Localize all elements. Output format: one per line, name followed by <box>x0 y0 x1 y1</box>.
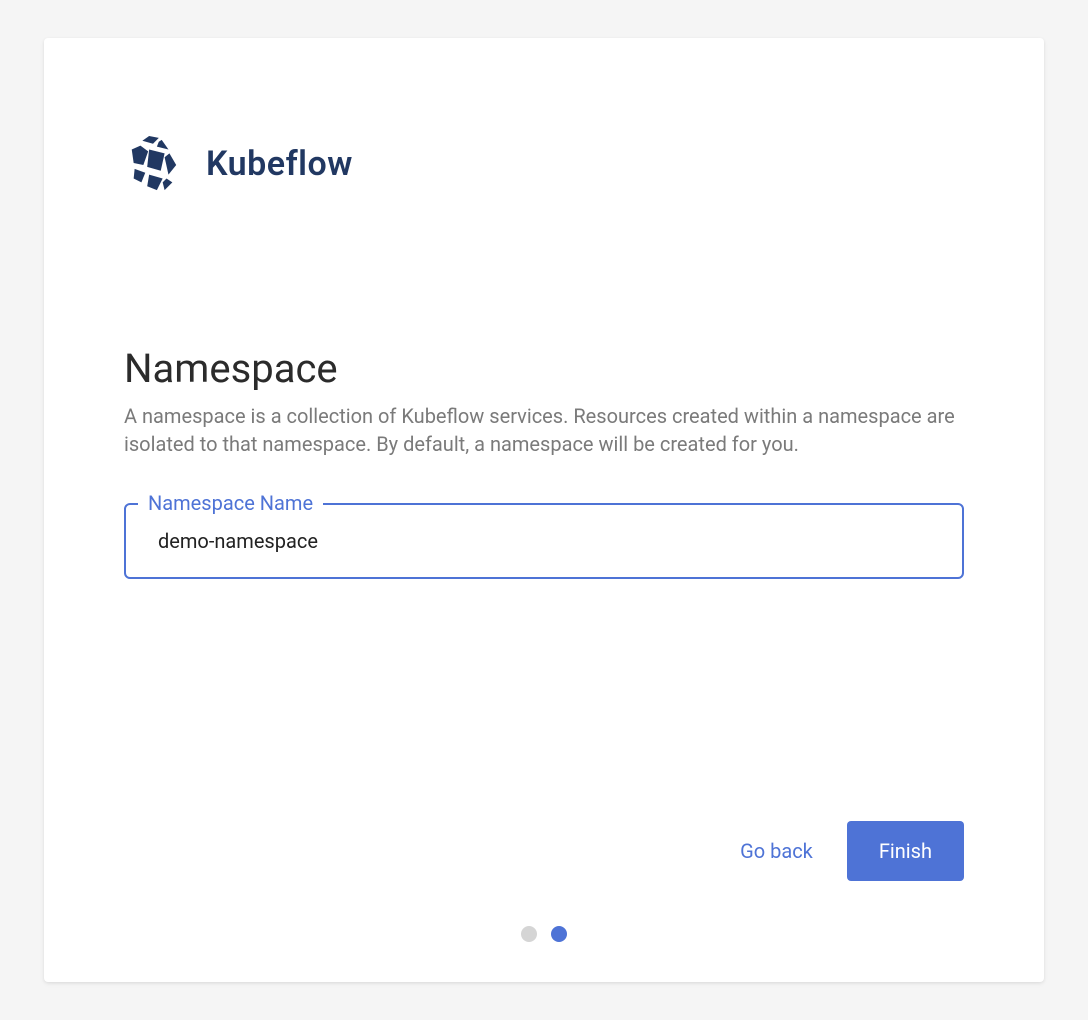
brand-name: Kubeflow <box>206 144 353 184</box>
brand-row: Kubeflow <box>124 133 964 195</box>
setup-card: Kubeflow Namespace A namespace is a coll… <box>44 38 1044 982</box>
step-dot-2[interactable] <box>551 926 567 942</box>
kubeflow-logo-icon <box>124 133 182 195</box>
namespace-name-field-wrap: Namespace Name <box>124 503 964 579</box>
page-title: Namespace <box>124 345 964 392</box>
namespace-name-label: Namespace Name <box>138 491 323 515</box>
finish-button[interactable]: Finish <box>847 821 964 881</box>
go-back-button[interactable]: Go back <box>714 825 839 877</box>
action-buttons: Go back Finish <box>124 821 964 881</box>
page-description: A namespace is a collection of Kubeflow … <box>124 402 964 458</box>
spacer <box>124 619 964 821</box>
step-pager <box>124 926 964 942</box>
step-dot-1[interactable] <box>521 926 537 942</box>
